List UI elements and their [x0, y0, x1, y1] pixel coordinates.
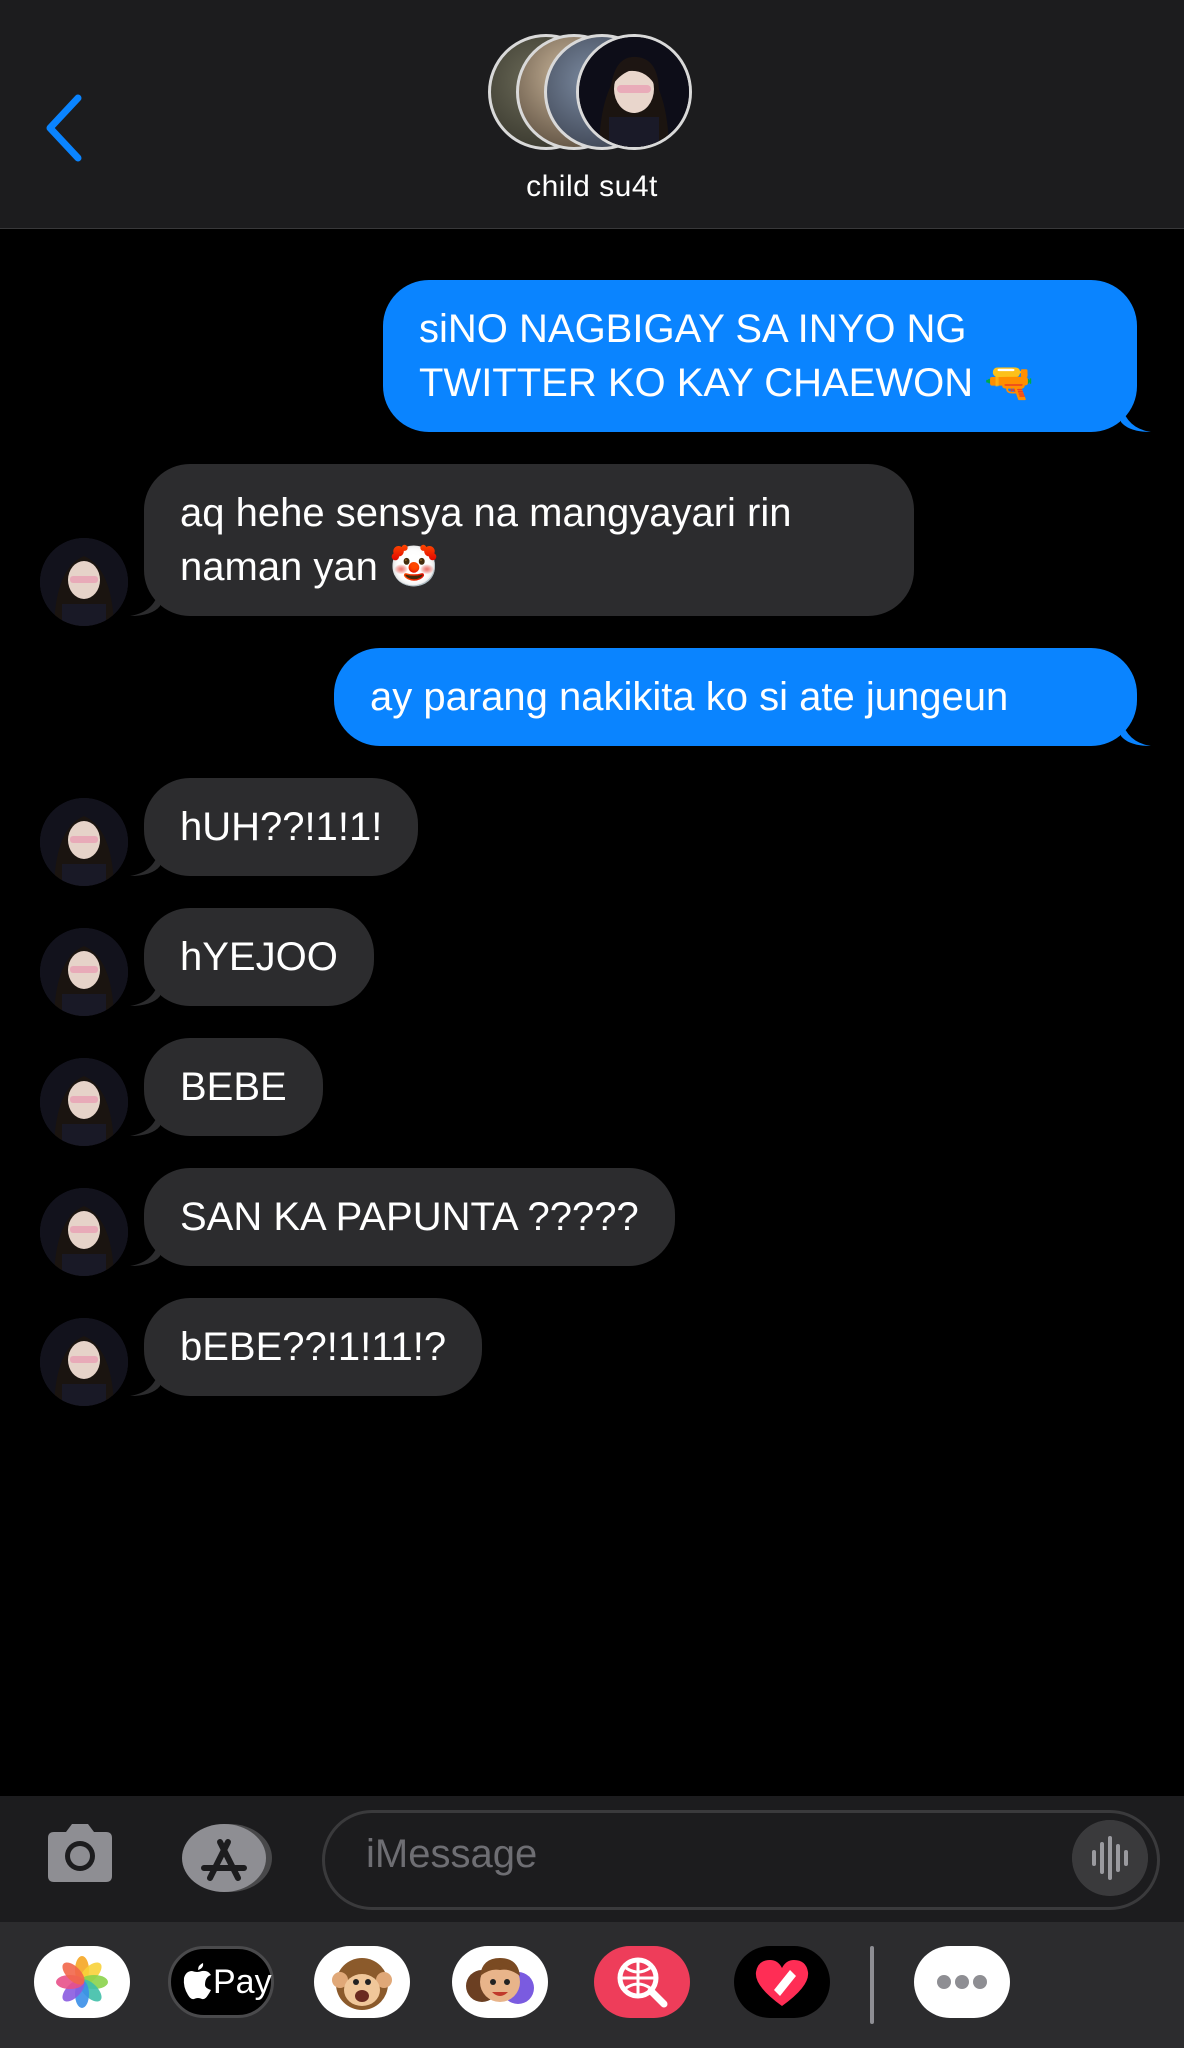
chevron-left-icon[interactable] — [44, 92, 84, 164]
avatar — [40, 538, 128, 626]
outgoing-message[interactable]: ay parang nakikita ko si ate jungeun — [334, 648, 1151, 746]
photos-icon[interactable] — [34, 1946, 130, 2018]
bubble-tail — [130, 976, 160, 1006]
more-icon[interactable] — [914, 1946, 1010, 2018]
incoming-message[interactable]: hYEJOO — [130, 908, 374, 1006]
bubble-tail — [1121, 716, 1151, 746]
message-text: SAN KA PAPUNTA ????? — [180, 1195, 639, 1239]
incoming-message[interactable]: SAN KA PAPUNTA ????? — [130, 1168, 675, 1266]
message-input-placeholder: iMessage — [366, 1832, 538, 1876]
incoming-message[interactable]: aq hehe sensya na mangyayari rin naman y… — [130, 464, 914, 616]
bubble-tail — [130, 586, 160, 616]
apple-pay-label: Pay — [213, 1963, 272, 2001]
incoming-message[interactable]: hUH??!1!1! — [130, 778, 419, 876]
incoming-message[interactable]: bEBE??!1!11!? — [130, 1298, 483, 1396]
bubble-tail — [130, 1236, 160, 1266]
avatar — [40, 798, 128, 886]
apple-logo-icon — [183, 1963, 211, 2000]
avatar — [40, 1188, 128, 1276]
message-text: BEBE — [180, 1065, 287, 1109]
memoji-icon[interactable] — [452, 1946, 548, 2018]
conversation-title[interactable]: child su4t — [0, 170, 1184, 204]
drawer-divider — [870, 1946, 874, 2024]
image-search-icon[interactable] — [594, 1946, 690, 2018]
avatar — [40, 1058, 128, 1146]
bubble-tail — [130, 1106, 160, 1136]
message-text: aq hehe sensya na mangyayari rin naman y… — [180, 491, 792, 589]
apple-pay-icon[interactable]: Pay — [168, 1946, 274, 2018]
outgoing-message[interactable]: siNO NAGBIGAY SA INYO NG TWITTER KO KAY … — [383, 280, 1151, 432]
conversation-header: child su4t — [0, 0, 1184, 229]
bubble-tail — [130, 1366, 160, 1396]
message-text: hYEJOO — [180, 935, 338, 979]
voice-message-icon[interactable] — [1072, 1820, 1148, 1896]
message-text: ay parang nakikita ko si ate jungeun — [370, 675, 1009, 719]
animoji-icon[interactable] — [314, 1946, 410, 2018]
avatar — [40, 928, 128, 1016]
message-text: siNO NAGBIGAY SA INYO NG TWITTER KO KAY … — [419, 307, 1035, 405]
avatar — [40, 1318, 128, 1406]
bubble-tail — [1121, 402, 1151, 432]
avatar — [576, 34, 692, 150]
digital-touch-icon[interactable] — [734, 1946, 830, 2018]
incoming-message[interactable]: BEBE — [130, 1038, 323, 1136]
group-avatar-stack[interactable] — [488, 34, 698, 156]
message-text: bEBE??!1!11!? — [180, 1325, 447, 1369]
app-store-icon[interactable] — [180, 1822, 272, 1894]
camera-icon[interactable] — [44, 1822, 116, 1884]
bubble-tail — [130, 846, 160, 876]
message-text: hUH??!1!1! — [180, 805, 383, 849]
